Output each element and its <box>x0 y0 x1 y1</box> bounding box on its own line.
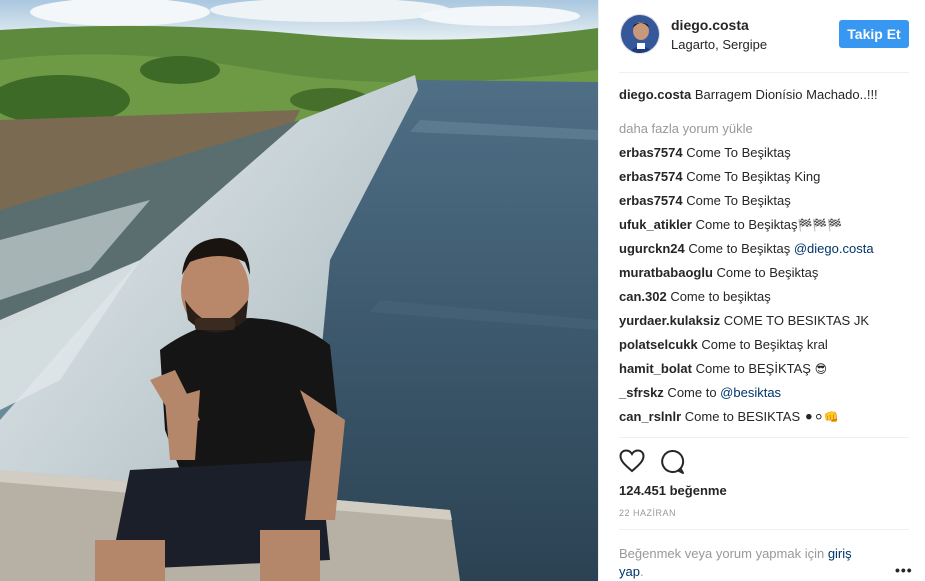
avatar-image <box>621 15 659 53</box>
comment-text: Come to Beşiktaş <box>684 241 794 256</box>
action-bar <box>619 449 739 475</box>
heart-icon[interactable] <box>619 449 645 473</box>
instagram-post: diego.costa Lagarto, Sergipe Takip Et di… <box>0 0 925 581</box>
header-username[interactable]: diego.costa <box>671 17 749 33</box>
comment-username[interactable]: erbas7574 <box>619 193 683 208</box>
comment-username[interactable]: erbas7574 <box>619 169 683 184</box>
comment-username[interactable]: erbas7574 <box>619 145 683 160</box>
comment-emoji: 😎 <box>814 362 828 376</box>
header-divider <box>619 72 909 73</box>
comment-row: ufuk_atikler Come to Beşiktaş🏁🏁🏁 <box>619 216 909 240</box>
login-suffix: . <box>639 564 644 579</box>
comment-text: Come to BESIKTAS <box>681 409 804 424</box>
more-options-icon[interactable]: ••• <box>895 562 913 578</box>
comment-row: ugurckn24 Come to Beşiktaş @diego.costa <box>619 240 909 264</box>
comment-username[interactable]: muratbabaoglu <box>619 265 713 280</box>
comments-list: diego.costa Barragem Dionísio Machado..!… <box>619 86 909 432</box>
comment-row: can.302 Come to beşiktaş <box>619 288 909 312</box>
comment-text: Come To Beşiktaş King <box>682 169 821 184</box>
comment-row: erbas7574 Come To Beşiktaş <box>619 192 909 216</box>
comment-username[interactable]: hamit_bolat <box>619 361 692 376</box>
comment-text: Come to BEŞİKTAŞ <box>691 361 815 376</box>
header-location[interactable]: Lagarto, Sergipe <box>671 37 767 52</box>
comment-username[interactable]: yurdaer.kulaksiz <box>619 313 720 328</box>
follow-button[interactable]: Takip Et <box>839 20 909 48</box>
comment-emoji: 🏁🏁🏁 <box>797 218 843 232</box>
comment-username[interactable]: polatselcukk <box>619 337 698 352</box>
avatar[interactable] <box>620 14 660 54</box>
comment-row: can_rslnlr Come to BESIKTAS ⚫⚪👊 <box>619 408 909 432</box>
caption-text: Barragem Dionísio Machado..!!! <box>691 87 878 102</box>
load-more-comments[interactable]: daha fazla yorum yükle <box>619 120 909 144</box>
comment-username[interactable]: can_rslnlr <box>619 409 681 424</box>
actions-divider <box>619 437 909 438</box>
comment-mention[interactable]: @besiktas <box>720 385 781 400</box>
comment-text: Come to beşiktaş <box>666 289 771 304</box>
post-header: diego.costa Lagarto, Sergipe Takip Et <box>599 0 925 73</box>
comment-text: Come to <box>663 385 721 400</box>
login-prefix: Beğenmek veya yorum yapmak için <box>619 546 828 561</box>
comment-rows: erbas7574 Come To Beşiktaş erbas7574 Come… <box>619 144 909 432</box>
comment-text: Come To Beşiktaş <box>682 145 791 160</box>
comment-username[interactable]: _sfrskz <box>619 385 664 400</box>
likes-count[interactable]: 124.451 beğenme <box>619 483 727 498</box>
comment-username[interactable]: can.302 <box>619 289 667 304</box>
comment-username[interactable]: ufuk_atikler <box>619 217 692 232</box>
comment-row: erbas7574 Come To Beşiktaş King <box>619 168 909 192</box>
post-sidebar: diego.costa Lagarto, Sergipe Takip Et di… <box>598 0 925 581</box>
comment-text: Come to Beşiktaş kral <box>697 337 828 352</box>
comment-text: Come To Beşiktaş <box>682 193 791 208</box>
comment-row: hamit_bolat Come to BEŞİKTAŞ 😎 <box>619 360 909 384</box>
comment-text: COME TO BESIKTAS JK <box>720 313 869 328</box>
comment-text: Come to Beşiktaş <box>691 217 798 232</box>
comment-row: polatselcukk Come to Beşiktaş kral <box>619 336 909 360</box>
caption-username[interactable]: diego.costa <box>619 87 691 102</box>
comment-mention[interactable]: @diego.costa <box>794 241 874 256</box>
comment-text: Come to Beşiktaş <box>712 265 819 280</box>
post-photo[interactable] <box>0 0 598 581</box>
comment-row: erbas7574 Come To Beşiktaş <box>619 144 909 168</box>
comment-row: yurdaer.kulaksiz COME TO BESIKTAS JK <box>619 312 909 336</box>
caption: diego.costa Barragem Dionísio Machado..!… <box>619 86 909 120</box>
login-prompt: Beğenmek veya yorum yapmak için giriş ya… <box>619 545 879 581</box>
comment-emoji: ⚫⚪👊 <box>803 410 839 424</box>
photo-scene <box>0 0 598 581</box>
post-date: 22 HAZİRAN <box>619 508 677 518</box>
login-divider <box>619 529 909 530</box>
comment-bubble-icon[interactable] <box>659 449 685 475</box>
comment-row: muratbabaoglu Come to Beşiktaş <box>619 264 909 288</box>
comment-row: _sfrskz Come to @besiktas <box>619 384 909 408</box>
comment-username[interactable]: ugurckn24 <box>619 241 685 256</box>
